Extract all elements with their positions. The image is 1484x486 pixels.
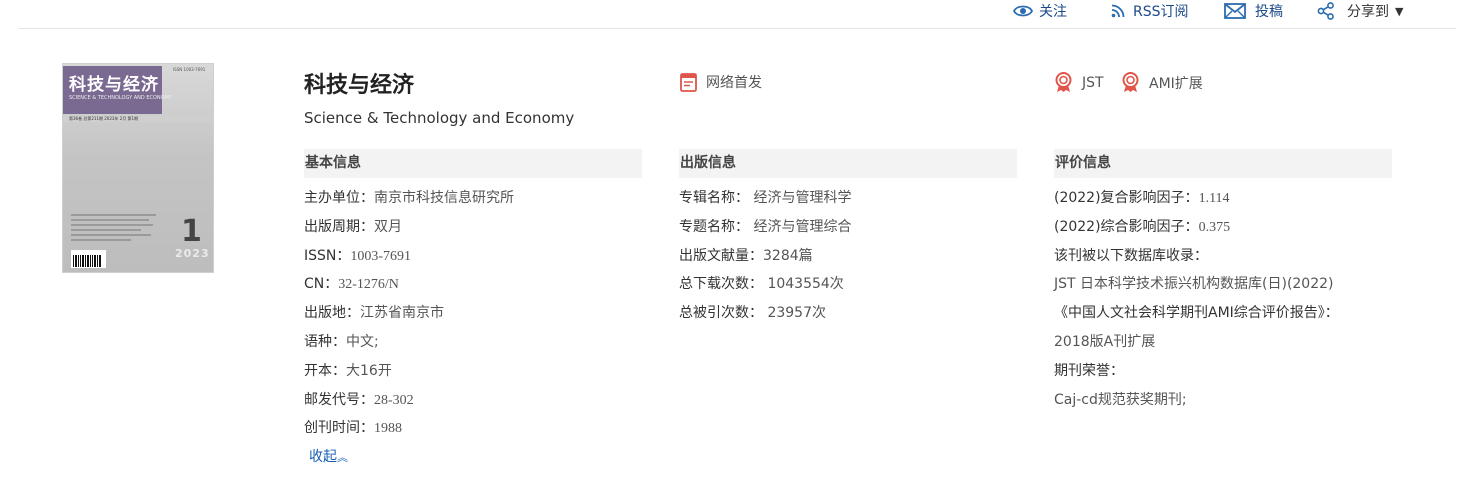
publish-info-row: 专辑名称： 经济与管理科学 xyxy=(679,190,852,206)
eye-icon xyxy=(1013,5,1033,17)
basic-info-row: 主办单位：南京市科技信息研究所 xyxy=(304,190,514,206)
evaluation-info-section: 评价信息 (2022)复合影响因子：1.114 (2022)综合影响因子：0.3… xyxy=(1054,149,1392,414)
cover-issn: ISSN 1003-7691 xyxy=(173,67,206,72)
chevron-up-icon: ︽ xyxy=(337,451,348,464)
cover-issue-line: 第36卷 总第211期 2023年 2月 第1期 xyxy=(63,116,213,122)
basic-info-row: CN：32-1276/N xyxy=(304,276,399,293)
basic-info-row: 出版周期：双月 xyxy=(304,218,402,235)
journal-cover-image: 科技与经济 SCIENCE & TECHNOLOGY AND ECONOMY I… xyxy=(62,63,214,273)
share-icon xyxy=(1317,2,1334,20)
ami-report-value: 2018版A刊扩展 xyxy=(1054,333,1156,350)
collapse-link[interactable]: 收起︽ xyxy=(309,446,348,466)
basic-info-row: 创刊时间：1988 xyxy=(304,420,402,437)
submit-label: 投稿 xyxy=(1255,4,1283,20)
cover-subtitle: SCIENCE & TECHNOLOGY AND ECONOMY xyxy=(69,95,172,101)
publish-info-row: 出版文献量：3284篇 xyxy=(679,247,813,264)
ami-report-label: 《中国人文社会科学期刊AMI综合评价报告》： xyxy=(1054,305,1339,322)
composite-impact-factor-row: (2022)复合影响因子：1.114 xyxy=(1054,190,1230,206)
basic-info-row: 语种：中文; xyxy=(304,333,379,350)
journal-title: 科技与经济 xyxy=(304,73,415,98)
caret-down-icon: ▼ xyxy=(1395,4,1404,18)
follow-label: 关注 xyxy=(1039,4,1067,20)
journal-honor-value: Caj-cd规范获奖期刊; xyxy=(1054,391,1187,408)
rss-subscribe-button[interactable]: RSS订阅 xyxy=(1111,0,1189,22)
basic-info-row: 出版地：江苏省南京市 xyxy=(304,305,444,322)
cover-issue-number: 1 xyxy=(181,214,202,249)
rss-label: RSS订阅 xyxy=(1133,4,1189,20)
evaluation-info-heading: 评价信息 xyxy=(1054,149,1392,178)
online-first-label: 网络首发 xyxy=(706,75,762,91)
cover-year: 2023 xyxy=(175,247,210,260)
database-value: JST 日本科学技术振兴机构数据库(日)(2022) xyxy=(1054,276,1334,293)
ami-label: AMI扩展 xyxy=(1149,75,1203,92)
collapse-label: 收起 xyxy=(309,449,337,465)
barcode-icon xyxy=(71,250,106,268)
journal-honor-label: 期刊荣誉： xyxy=(1054,362,1124,379)
cover-text-lines xyxy=(71,214,156,244)
jst-label: JST xyxy=(1082,74,1104,91)
publish-info-section: 出版信息 专辑名称： 经济与管理科学 专题名称： 经济与管理综合 出版文献量：3… xyxy=(679,149,1017,328)
publish-info-heading: 出版信息 xyxy=(679,149,1017,178)
online-first-badge[interactable]: 网络首发 xyxy=(680,72,762,92)
basic-info-row: 开本：大16开 xyxy=(304,362,392,379)
award-icon xyxy=(1055,72,1072,92)
ami-badge[interactable]: AMI扩展 xyxy=(1121,72,1203,93)
publish-info-row: 总下载次数： 1043554次 xyxy=(679,276,844,293)
jst-badge[interactable]: JST xyxy=(1054,72,1104,93)
publish-info-row: 专题名称： 经济与管理综合 xyxy=(679,218,852,235)
share-button[interactable]: 分享到 ▼ xyxy=(1317,0,1403,22)
cover-title: 科技与经济 xyxy=(69,75,159,95)
basic-info-row: ISSN：1003-7691 xyxy=(304,247,412,264)
comprehensive-impact-factor-row: (2022)综合影响因子：0.375 xyxy=(1054,218,1231,235)
database-label: 该刊被以下数据库收录： xyxy=(1054,247,1208,264)
basic-info-row: 邮发代号：28-302 xyxy=(304,391,414,408)
basic-info-heading: 基本信息 xyxy=(304,149,642,178)
rss-icon xyxy=(1111,4,1125,18)
journal-english-title: Science & Technology and Economy xyxy=(304,109,575,127)
follow-button[interactable]: 关注 xyxy=(1013,0,1067,22)
envelope-icon xyxy=(1224,3,1246,19)
publish-info-row: 总被引次数： 23957次 xyxy=(679,305,826,322)
basic-info-section: 基本信息 主办单位：南京市科技信息研究所 出版周期：双月 ISSN：1003-7… xyxy=(304,149,642,443)
submit-manuscript-button[interactable]: 投稿 xyxy=(1224,0,1283,22)
document-icon xyxy=(680,72,697,92)
award-icon xyxy=(1122,72,1139,92)
share-label: 分享到 xyxy=(1347,4,1389,20)
